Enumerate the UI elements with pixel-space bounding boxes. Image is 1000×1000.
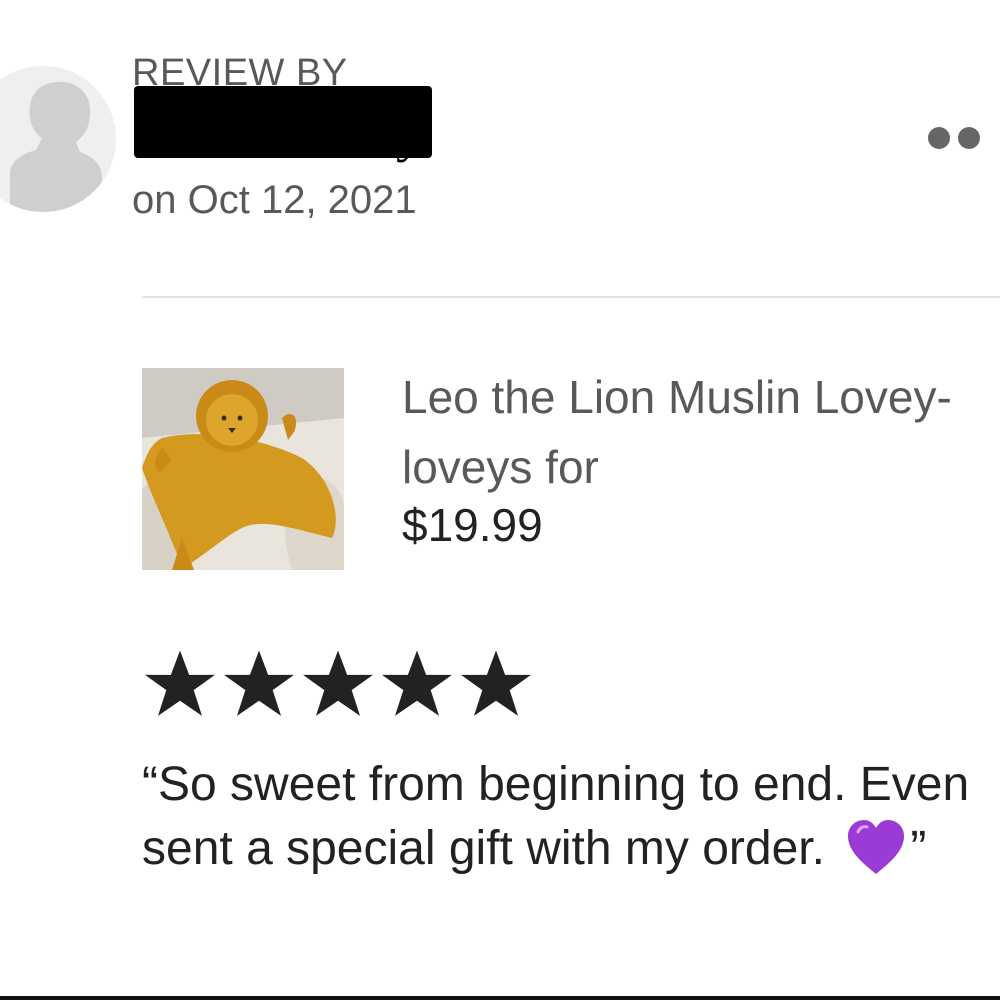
reviewer-name-visible-fragment: y xyxy=(396,103,423,163)
product-title-link[interactable]: Leo the Lion Muslin Lovey-loveys for xyxy=(402,362,962,502)
star-icon xyxy=(224,650,294,716)
more-options-button[interactable] xyxy=(928,122,992,154)
star-rating xyxy=(142,646,534,722)
review-date: on Oct 12, 2021 xyxy=(132,178,417,222)
divider xyxy=(142,296,1000,298)
default-user-avatar-icon xyxy=(0,66,116,212)
star-icon xyxy=(461,650,531,716)
reviewer-avatar[interactable] xyxy=(0,66,116,212)
review-text-close-quote: ” xyxy=(910,822,927,875)
bottom-border xyxy=(0,996,1000,1000)
more-options-icon-dot xyxy=(958,127,980,149)
star-icon xyxy=(303,650,373,716)
product-thumbnail[interactable] xyxy=(142,368,344,570)
star-icon xyxy=(145,650,215,716)
lion-lovey-image xyxy=(142,368,344,570)
purple-heart-emoji-icon xyxy=(844,816,908,878)
review-text: “So sweet from beginning to end. Even se… xyxy=(142,754,1000,880)
product-price: $19.99 xyxy=(402,499,543,551)
redacted-reviewer-name xyxy=(134,86,432,158)
star-icon xyxy=(382,650,452,716)
more-options-icon xyxy=(928,127,950,149)
